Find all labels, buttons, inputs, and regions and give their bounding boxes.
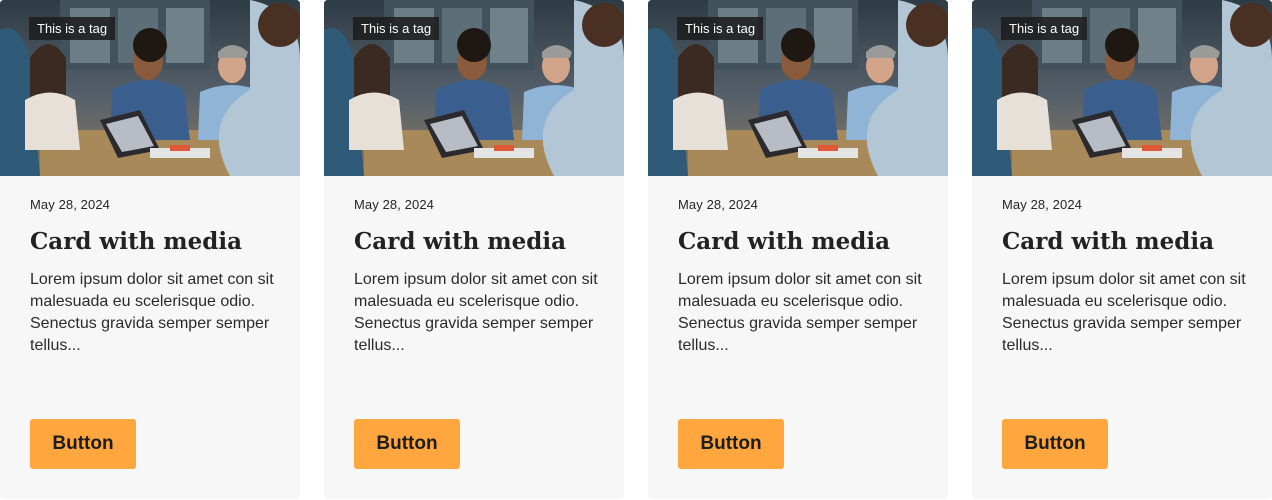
card-tag: This is a tag: [353, 17, 440, 40]
card-title: Card with media: [354, 228, 566, 255]
card-button[interactable]: Button: [678, 419, 784, 469]
card-title: Card with media: [1002, 228, 1214, 255]
media-card: This is a tag May 28, 2024 Card with med…: [0, 0, 300, 499]
card-button[interactable]: Button: [1002, 419, 1108, 469]
media-card: This is a tag May 28, 2024 Card with med…: [972, 0, 1272, 499]
card-date: May 28, 2024: [1002, 197, 1082, 212]
card-title: Card with media: [678, 228, 890, 255]
card-tag: This is a tag: [677, 17, 764, 40]
card-tag: This is a tag: [1001, 17, 1088, 40]
card-body: May 28, 2024 Card with media Lorem ipsum…: [30, 176, 275, 357]
card-grid: This is a tag May 28, 2024 Card with med…: [0, 0, 1272, 500]
card-description: Lorem ipsum dolor sit amet con sit males…: [678, 271, 922, 354]
card-body: May 28, 2024 Card with media Lorem ipsum…: [678, 176, 923, 357]
card-button[interactable]: Button: [30, 419, 136, 469]
card-title: Card with media: [30, 228, 242, 255]
card-description: Lorem ipsum dolor sit amet con sit males…: [1002, 271, 1246, 354]
card-date: May 28, 2024: [354, 197, 434, 212]
card-body: May 28, 2024 Card with media Lorem ipsum…: [354, 176, 599, 357]
card-date: May 28, 2024: [30, 197, 110, 212]
card-date: May 28, 2024: [678, 197, 758, 212]
card-description: Lorem ipsum dolor sit amet con sit males…: [30, 271, 274, 354]
card-tag: This is a tag: [29, 17, 116, 40]
card-body: May 28, 2024 Card with media Lorem ipsum…: [1002, 176, 1247, 357]
media-card: This is a tag May 28, 2024 Card with med…: [648, 0, 948, 499]
card-description: Lorem ipsum dolor sit amet con sit males…: [354, 271, 598, 354]
media-card: This is a tag May 28, 2024 Card with med…: [324, 0, 624, 499]
card-button[interactable]: Button: [354, 419, 460, 469]
